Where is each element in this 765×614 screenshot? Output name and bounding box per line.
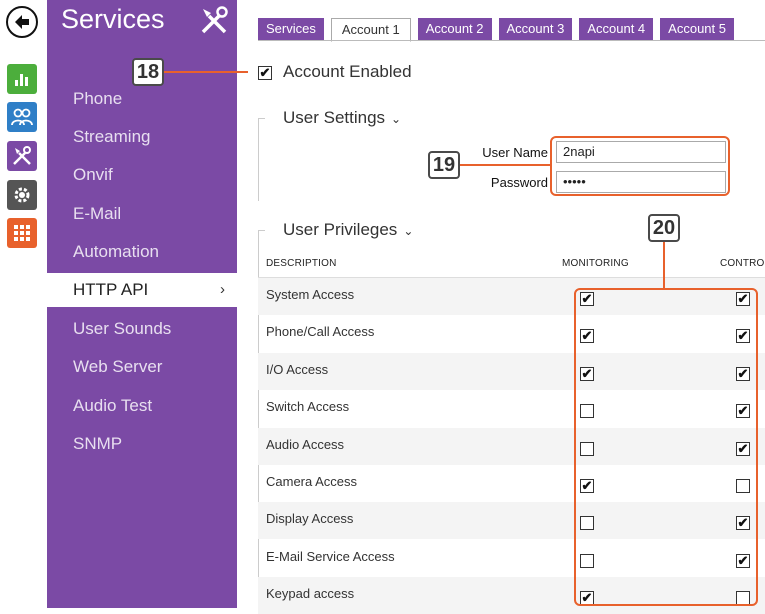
tools-icon [197,4,231,38]
sidebar-item-audio-test[interactable]: Audio Test [47,389,237,423]
chevron-down-icon: ⌄ [391,112,402,126]
callout-19-line [460,164,550,166]
bar-chart-icon[interactable] [7,64,37,94]
callout-20-line [663,242,665,289]
callout-20: 20 [648,214,680,242]
sidebar-item-http-api[interactable]: HTTP API › [47,273,237,307]
sidebar-item-onvif[interactable]: Onvif [47,158,237,192]
privilege-label: Switch Access [266,399,350,414]
privilege-label: Display Access [266,511,354,526]
sidebar-item-streaming[interactable]: Streaming [47,120,237,154]
callout-18-line [164,71,248,73]
services-sidebar: Services Phone Streaming Onvif E-Mail Au… [47,0,237,608]
username-label: User Name [482,145,548,160]
sidebar-item-web-server[interactable]: Web Server [47,350,237,384]
sidebar-item-automation[interactable]: Automation [47,235,237,269]
user-settings-bracket [258,118,265,201]
column-header-monitoring: MONITORING [562,258,629,269]
sidebar-item-snmp[interactable]: SNMP [47,427,237,461]
privilege-label: Phone/Call Access [266,324,375,339]
callout-19: 19 [428,151,460,179]
account-enabled-checkbox[interactable]: ✔ [258,66,272,80]
account-tabs: Services Account 1 Account 2 Account 3 A… [258,18,734,42]
sidebar-item-phone[interactable]: Phone [47,82,237,116]
privileges-highlight [574,288,758,606]
sidebar-item-email[interactable]: E-Mail [47,197,237,231]
account-enabled-label: Account Enabled [283,62,412,81]
users-icon[interactable] [7,102,37,132]
callout-18: 18 [132,58,164,86]
gear-icon[interactable] [7,180,37,210]
tools-icon[interactable] [7,141,37,171]
tab-account-4[interactable]: Account 4 [579,18,654,40]
user-privileges-header[interactable]: User Privileges ⌄ [283,220,413,240]
tab-divider [258,40,765,41]
back-arrow-icon[interactable] [6,6,38,38]
user-settings-highlight [550,136,730,196]
section-title: User Settings [283,108,386,127]
chevron-right-icon: › [220,281,225,298]
privilege-label: Camera Access [266,474,358,489]
sidebar-item-label: HTTP API [73,280,149,299]
tab-account-3[interactable]: Account 3 [498,18,573,40]
chevron-down-icon: ⌄ [403,224,414,238]
grid-icon[interactable] [7,218,37,248]
sidebar-title: Services [61,4,165,34]
privilege-label: Keypad access [266,586,355,601]
column-header-control: CONTROL [720,258,765,269]
privilege-label: I/O Access [266,362,329,377]
tab-services[interactable]: Services [258,18,324,40]
privilege-label: Audio Access [266,437,345,452]
tab-account-5[interactable]: Account 5 [660,18,734,40]
password-label: Password [490,175,548,190]
column-header-description: DESCRIPTION [266,258,337,269]
user-settings-header[interactable]: User Settings ⌄ [283,108,401,128]
sidebar-item-user-sounds[interactable]: User Sounds [47,312,237,346]
privilege-label: System Access [266,287,355,302]
icon-rail [0,0,46,608]
section-title: User Privileges [283,220,398,239]
tab-account-2[interactable]: Account 2 [417,18,492,40]
tab-account-1[interactable]: Account 1 [330,18,411,42]
privilege-label: E-Mail Service Access [266,549,395,564]
